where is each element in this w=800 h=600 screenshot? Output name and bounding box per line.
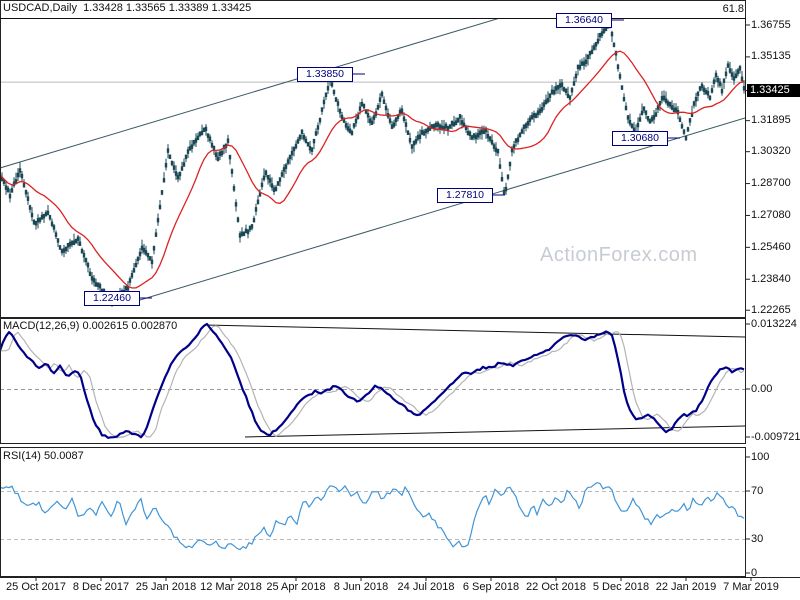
indicator-axis-tick: -0.009721 [751,430,800,443]
price-flag[interactable]: 1.30680 [612,131,668,146]
indicator-axis-tick: 0.013224 [751,317,797,330]
fib-618-label: 61.8 [722,3,744,15]
price-flag[interactable]: 1.22460 [84,291,140,306]
price-axis-tick: 1.23840 [751,272,791,285]
price-axis-tick: 1.27080 [751,208,791,221]
price-axis-tick: 1.28700 [751,177,791,190]
price-axis-tick: 1.22265 [751,303,791,316]
macd-layer [1,322,745,439]
price-axis-tick: 1.25460 [751,240,791,253]
actionforex-watermark: ActionForex.com [540,244,698,266]
price-flag[interactable]: 1.33850 [297,67,353,82]
price-flag[interactable]: 1.36640 [556,13,612,28]
date-axis-label: 24 Jul 2018 [397,581,455,593]
date-axis-label: 8 Jun 2018 [333,581,389,593]
date-axis-label: 12 Mar 2018 [200,581,262,593]
indicator-axis-tick: 70 [751,484,764,497]
chart-window: USDCAD,Daily 1.33428 1.33565 1.33389 1.3… [0,0,800,600]
macd-title: MACD(12,26,9) 0.002615 0.002870 [3,320,178,332]
date-axis-label: 22 Jan 2019 [655,581,717,593]
indicator-axis-tick: 30 [751,532,764,545]
date-axis-label: 5 Dec 2018 [592,581,650,593]
price-axis-tick: 1.35135 [751,50,791,63]
price-axis-tick: 1.30320 [751,145,791,158]
date-axis-label: 22 Oct 2018 [526,581,586,593]
price-flag[interactable]: 1.27810 [437,188,493,203]
date-axis-label: 25 Oct 2017 [6,581,66,593]
main-chart-title: USDCAD,Daily 1.33428 1.33565 1.33389 1.3… [3,2,252,14]
date-axis-label: 25 Apr 2018 [266,581,326,593]
macd-main-line [1,322,745,439]
date-axis-label: 25 Jan 2018 [135,581,197,593]
indicator-axis-tick: 0.00 [751,382,773,395]
macd-channel-line [204,324,745,338]
price-axis-tick: 1.36755 [751,18,791,31]
rsi-layer [1,481,745,551]
indicator-axis-tick: 0 [751,566,758,579]
current-price-tick: 1.33425 [747,84,800,98]
price-axis-tick: 1.31895 [751,114,791,127]
rsi-title: RSI(14) 50.0087 [3,450,84,462]
date-axis-label: 8 Dec 2017 [72,581,130,593]
date-axis-label: 6 Sep 2018 [462,581,520,593]
trendline [1,19,499,169]
macd-signal-line [1,325,745,439]
indicator-axis-tick: 100 [751,450,770,463]
date-axis-label: 7 Mar 2019 [723,581,779,593]
